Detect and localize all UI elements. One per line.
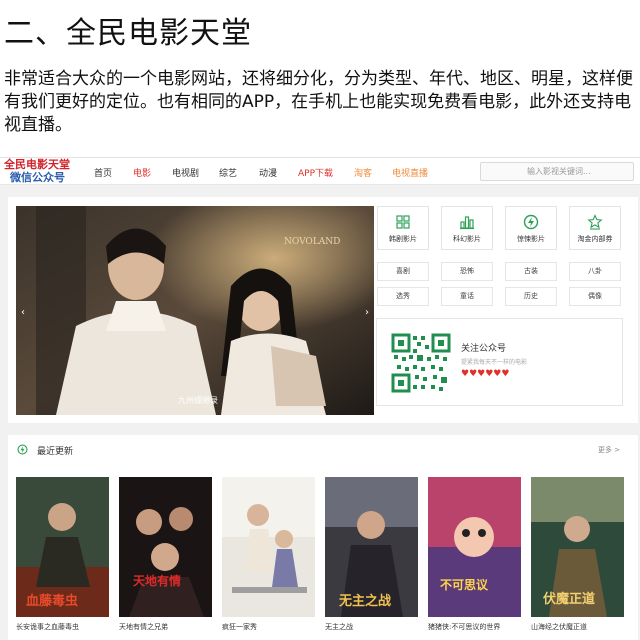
- category-label: 韩剧影片: [389, 235, 417, 243]
- hearts-rating: ♥♥♥♥♥♥: [461, 369, 510, 379]
- nav-item-home[interactable]: 首页: [94, 166, 112, 179]
- poster-image: 不可思议: [428, 477, 521, 617]
- poster-image: 血藤毒虫: [16, 477, 109, 617]
- banner-caption: 九州缥缈录: [178, 396, 218, 405]
- category-label: 惊悚影片: [517, 235, 545, 243]
- category-label: 科幻影片: [453, 235, 481, 243]
- poster-card[interactable]: 天地有情 天地有情之兄弟: [119, 477, 212, 632]
- category-tile-thriller[interactable]: 惊悚影片: [505, 206, 557, 250]
- recent-header: 最近更新 更多 >: [8, 435, 638, 463]
- svg-text:伏魔正道: 伏魔正道: [543, 591, 595, 607]
- article-body: 非常适合大众的一个电影网站，还将细分化，分为类型、年代、地区、明星，这样便有我们…: [4, 69, 633, 135]
- recent-updates-section: 最近更新 更多 > 血藤毒虫 长安诡事之血藤毒虫 天地有情 天地有情之兄弟 疯狂…: [8, 435, 638, 640]
- banner-carousel[interactable]: NOVOLAND ‹ › 九州缥缈录: [16, 206, 374, 415]
- genre-talent-show[interactable]: 选秀: [377, 287, 429, 306]
- poster-image: [222, 477, 315, 617]
- nav-item-anime[interactable]: 动漫: [259, 166, 277, 179]
- category-tile-scifi[interactable]: 科幻影片: [441, 206, 493, 250]
- nav-item-tv[interactable]: 电视剧: [172, 166, 199, 179]
- genre-fairy-tale[interactable]: 童话: [441, 287, 493, 306]
- wechat-subtitle: 提紧我每天不一样的电影: [461, 359, 528, 366]
- svg-text:无主之战: 无主之战: [338, 593, 391, 609]
- poster-card[interactable]: 伏魔正道 山海经之伏魔正道: [531, 477, 624, 632]
- genre-history[interactable]: 历史: [505, 287, 557, 306]
- qr-code-icon: [391, 333, 451, 393]
- poster-title: 无主之战: [325, 623, 353, 631]
- wechat-follow-box[interactable]: 关注公众号 提紧我每天不一样的电影 ♥♥♥♥♥♥: [376, 318, 623, 406]
- poster-title: 天地有情之兄弟: [119, 623, 168, 631]
- category-tile-korean[interactable]: 韩剧影片: [377, 206, 429, 250]
- search-input[interactable]: 输入影视关键词...: [480, 162, 634, 181]
- poster-image: 天地有情: [119, 477, 212, 617]
- genre-horror[interactable]: 恐怖: [441, 262, 493, 281]
- nav-item-variety[interactable]: 综艺: [219, 166, 237, 179]
- svg-text:NOVOLAND: NOVOLAND: [284, 237, 340, 247]
- genre-gossip[interactable]: 八卦: [569, 262, 621, 281]
- poster-card[interactable]: 血藤毒虫 长安诡事之血藤毒虫: [16, 477, 109, 632]
- poster-title: 猪猪侠:不可思议的世界: [428, 623, 501, 631]
- category-label: 淘金内部券: [577, 235, 613, 243]
- banner-prev-arrow[interactable]: ‹: [18, 304, 28, 322]
- circle-lightning-icon: [523, 214, 539, 230]
- poster-image: 无主之战: [325, 477, 418, 617]
- category-tile-coupons[interactable]: 淘金内部券: [569, 206, 621, 250]
- article-heading: 二、全民电影天堂: [4, 16, 252, 51]
- logo-line-1: 全民电影天堂: [4, 158, 70, 171]
- poster-title: 长安诡事之血藤毒虫: [16, 623, 79, 631]
- poster-title: 疯狂一家秀: [222, 623, 257, 631]
- bar-chart-icon: [460, 216, 474, 230]
- nav-item-app-download[interactable]: APP下载: [298, 166, 333, 179]
- circle-lightning-icon: [17, 444, 28, 455]
- poster-image: 伏魔正道: [531, 477, 624, 617]
- svg-text:不可思议: 不可思议: [440, 577, 489, 592]
- poster-card[interactable]: 不可思议 猪猪侠:不可思议的世界: [428, 477, 521, 632]
- site-logo[interactable]: 全民电影天堂 微信公众号: [4, 159, 86, 185]
- svg-text:血藤毒虫: 血藤毒虫: [26, 593, 78, 609]
- logo-line-2: 微信公众号: [10, 171, 65, 184]
- genre-comedy[interactable]: 喜剧: [377, 262, 429, 281]
- banner-indicator[interactable]: [179, 408, 209, 410]
- poster-card[interactable]: 无主之战 无主之战: [325, 477, 418, 632]
- wechat-title: 关注公众号: [461, 344, 507, 354]
- grid-icon: [396, 215, 410, 229]
- nav-item-taoke[interactable]: 淘客: [354, 166, 372, 179]
- svg-text:天地有情: 天地有情: [133, 573, 181, 588]
- banner-image: NOVOLAND: [16, 206, 374, 415]
- recent-title: 最近更新: [37, 447, 74, 457]
- site-nav: 全民电影天堂 微信公众号 首页 电影 电视剧 综艺 动漫 APP下载 淘客 电视…: [0, 157, 640, 185]
- star-badge-icon: [587, 214, 603, 230]
- more-link[interactable]: 更多 >: [598, 445, 620, 455]
- poster-title: 山海经之伏魔正道: [531, 623, 587, 631]
- genre-idol[interactable]: 偶像: [569, 287, 621, 306]
- hero-section: NOVOLAND ‹ › 九州缥缈录 韩剧影片 科幻影片 惊悚影片 淘金内部券 …: [8, 197, 638, 423]
- poster-card[interactable]: 疯狂一家秀: [222, 477, 315, 632]
- banner-next-arrow[interactable]: ›: [362, 304, 372, 322]
- nav-item-live-tv[interactable]: 电视直播: [392, 166, 428, 179]
- nav-item-movies[interactable]: 电影: [133, 166, 151, 179]
- website-screenshot: 全民电影天堂 微信公众号 首页 电影 电视剧 综艺 动漫 APP下载 淘客 电视…: [0, 157, 640, 640]
- genre-costume[interactable]: 古装: [505, 262, 557, 281]
